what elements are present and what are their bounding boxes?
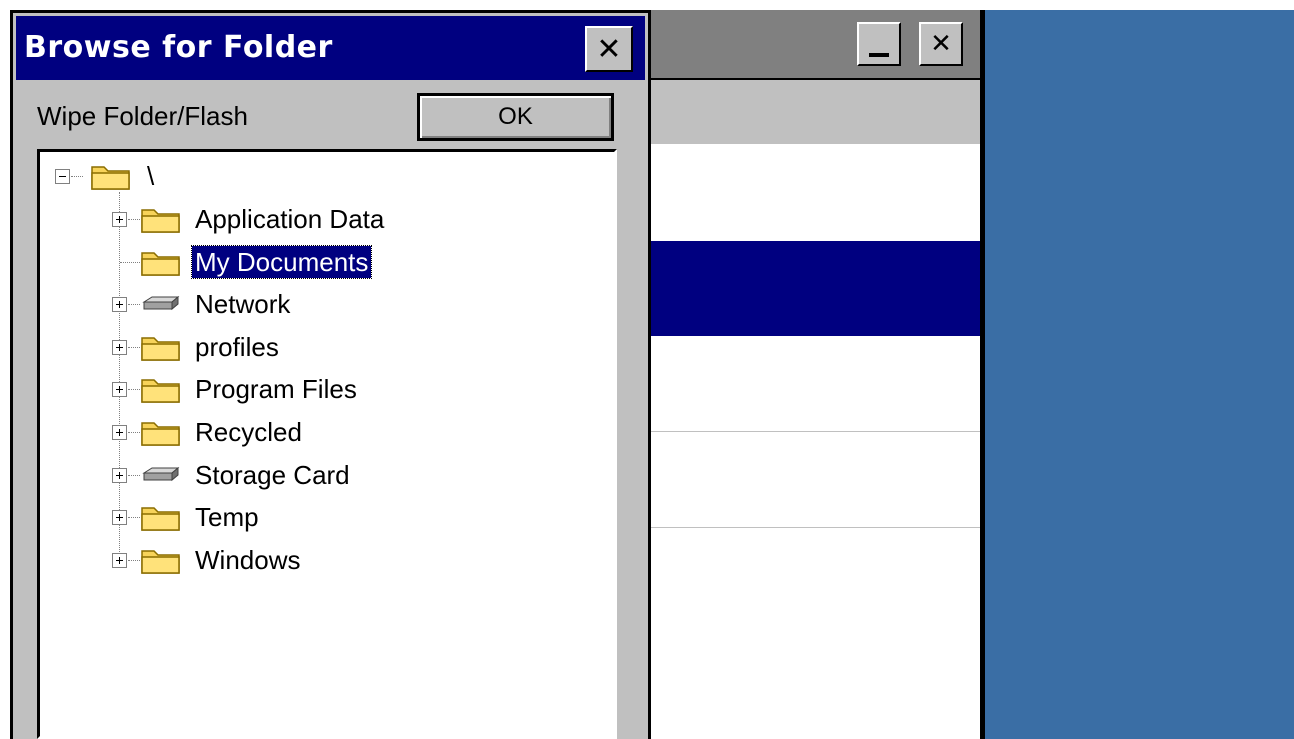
dialog-titlebar[interactable]: Browse for Folder ✕: [16, 16, 645, 80]
tree-node-label: My Documents: [190, 244, 373, 279]
tree-connector: [128, 517, 140, 519]
close-icon: ✕: [930, 29, 952, 59]
tree-node[interactable]: Program Files: [40, 369, 600, 409]
expand-icon[interactable]: [112, 382, 127, 398]
tree-connector: [128, 432, 140, 433]
tree-node-label: \: [147, 161, 155, 191]
tree-node-label: Application Data: [195, 204, 385, 234]
tree-node[interactable]: profiles: [40, 327, 600, 367]
tree-node-label: profiles: [195, 331, 279, 362]
browse-for-folder-dialog: Browse for Folder ✕ Wipe Folder/Flash OK…: [10, 10, 651, 739]
desktop-background: [980, 10, 1294, 739]
background-window-titlebar[interactable]: ✕: [651, 10, 980, 80]
tree-connector: [128, 559, 140, 561]
tree-node-label: Network: [195, 289, 291, 320]
tree-connector: [71, 176, 83, 177]
tree-node[interactable]: Windows: [40, 540, 600, 580]
ok-button[interactable]: OK: [417, 93, 614, 141]
folder-icon: [91, 166, 130, 190]
close-icon: ✕: [596, 31, 622, 67]
expand-icon[interactable]: [112, 510, 127, 526]
tree-node[interactable]: Recycled: [40, 412, 600, 452]
expand-icon[interactable]: [112, 552, 127, 568]
folder-icon: [141, 251, 180, 276]
folder-icon: [141, 422, 180, 446]
tree-node-label: Recycled: [195, 417, 302, 447]
expand-icon[interactable]: [112, 425, 127, 440]
background-window[interactable]: ✕: [648, 10, 985, 739]
tree-node-label: Windows: [195, 544, 301, 575]
expand-icon[interactable]: [112, 339, 127, 355]
tree-node[interactable]: Storage Card: [40, 455, 600, 495]
dialog-prompt-label: Wipe Folder/Flash: [37, 101, 248, 131]
tree-connector: [128, 304, 140, 306]
tree-node[interactable]: Temp: [40, 497, 600, 537]
row-divider: [651, 527, 980, 528]
folder-icon: [141, 379, 180, 404]
minimize-icon: [869, 53, 889, 57]
expand-icon[interactable]: [112, 297, 127, 313]
background-window-header: [651, 80, 980, 144]
folder-tree[interactable]: \ Application Data My Documents Network pro…: [37, 149, 617, 739]
tree-connector: [128, 389, 140, 391]
tree-node-label: Storage Card: [195, 459, 350, 490]
background-selected-row[interactable]: [651, 241, 980, 336]
tree-connector: [128, 474, 140, 476]
tree-connector: [128, 346, 140, 348]
row-divider: [651, 431, 980, 432]
background-close-button[interactable]: ✕: [919, 22, 963, 66]
expand-icon[interactable]: [112, 467, 127, 483]
dialog-title: Browse for Folder: [24, 30, 333, 65]
tree-node[interactable]: Network: [40, 284, 600, 324]
tree-node-root[interactable]: \: [40, 156, 440, 196]
drive-icon: [142, 466, 180, 481]
folder-icon: [141, 209, 180, 233]
tree-node-label: Program Files: [195, 374, 357, 405]
tree-node[interactable]: My Documents: [40, 242, 600, 282]
tree-node[interactable]: Application Data: [40, 199, 600, 239]
folder-icon: [141, 337, 180, 361]
expand-icon[interactable]: [112, 212, 127, 227]
folder-icon: [141, 550, 180, 574]
tree-node-label: Temp: [195, 502, 259, 533]
tree-connector: [120, 261, 140, 263]
dialog-close-button[interactable]: ✕: [585, 26, 633, 72]
drive-icon: [142, 296, 180, 311]
minimize-button[interactable]: [857, 22, 901, 66]
tree-connector: [128, 219, 140, 220]
collapse-icon[interactable]: [55, 169, 70, 184]
folder-icon: [141, 507, 180, 531]
